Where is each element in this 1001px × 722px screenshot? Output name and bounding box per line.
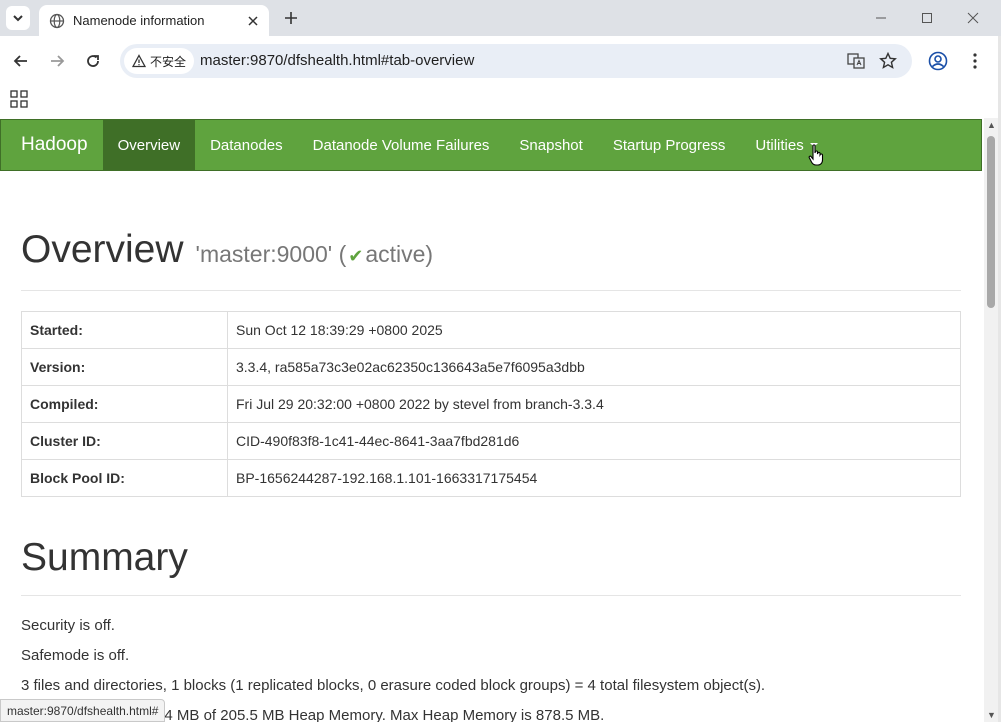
nav-overview[interactable]: Overview [102,120,196,170]
browser-tab[interactable]: Namenode information [39,5,269,36]
overview-heading: Overview 'master:9000' (✔active) [21,228,433,272]
bookmarks-bar [0,86,1001,116]
close-window-icon[interactable] [958,6,988,30]
url-text: master:9870/dfshealth.html#tab-overview [200,52,475,69]
nav-snapshot[interactable]: Snapshot [504,120,597,170]
scroll-thumb[interactable] [987,136,995,308]
tab-close-icon[interactable] [245,13,261,29]
nav-datanodes[interactable]: Datanodes [195,120,298,170]
row-value: 3.3.4, ra585a73c3e02ac62350c136643a5e7f6… [227,348,961,386]
checkmark-icon: ✔ [348,246,364,266]
minimize-icon[interactable] [866,6,896,30]
browser-toolbar: 不安全 master:9870/dfshealth.html#tab-overv… [0,36,1001,86]
summary-safemode: Safemode is off. [21,647,130,664]
namenode-host: 'master:9000' ( [195,241,347,267]
summary-filesystem-objects: 3 files and directories, 1 blocks (1 rep… [21,677,766,694]
tab-search-button[interactable] [6,6,30,30]
row-value: BP-1656244287-192.168.1.101-166331717545… [227,459,961,497]
overview-host: 'master:9000' (✔active) [196,241,434,268]
row-key: Block Pool ID: [21,459,228,497]
row-value: Sun Oct 12 18:39:29 +0800 2025 [227,311,961,349]
address-bar[interactable]: 不安全 master:9870/dfshealth.html#tab-overv… [120,44,912,78]
hadoop-navbar: Hadoop Overview Datanodes Datanode Volum… [0,119,982,171]
not-secure-chip[interactable]: 不安全 [124,48,195,74]
page-scrollbar[interactable]: ▲ ▼ [984,118,998,722]
warning-icon [132,54,146,68]
namenode-state: active) [365,241,434,267]
profile-icon[interactable] [926,49,950,73]
apps-grid-icon[interactable] [10,90,28,108]
nav-utilities-label: Utilities [755,136,804,154]
chevron-down-icon [13,15,23,22]
row-value: CID-490f83f8-1c41-44ec-8641-3aa7fbd281d6 [227,422,961,460]
row-key: Version: [21,348,228,386]
hand-pointer-icon [808,144,824,166]
row-key: Started: [21,311,228,349]
nav-datanode-volume-failures[interactable]: Datanode Volume Failures [298,120,505,170]
divider [21,290,961,291]
table-row: Block Pool ID: BP-1656244287-192.168.1.1… [21,459,961,497]
row-key: Cluster ID: [21,422,228,460]
bookmark-star-icon[interactable] [878,51,898,71]
back-arrow-icon[interactable] [8,48,34,74]
nav-startup-progress[interactable]: Startup Progress [598,120,741,170]
security-label: 不安全 [150,54,187,69]
tab-strip: Namenode information [0,0,1001,36]
navbar-brand[interactable]: Hadoop [1,120,103,170]
overview-title: Overview [21,228,184,271]
overview-table: Started: Sun Oct 12 18:39:29 +0800 2025 … [21,311,961,497]
row-key: Compiled: [21,385,228,423]
table-row: Started: Sun Oct 12 18:39:29 +0800 2025 [21,311,961,349]
summary-title: Summary [21,536,188,579]
summary-security: Security is off. [21,617,115,634]
row-value: Fri Jul 29 20:32:00 +0800 2022 by stevel… [227,385,961,423]
more-menu-icon[interactable] [963,49,987,73]
globe-icon [49,13,65,28]
forward-arrow-icon[interactable] [44,48,70,74]
tab-title: Namenode information [73,13,205,28]
divider [21,595,961,596]
translate-icon[interactable] [846,51,866,71]
table-row: Version: 3.3.4, ra585a73c3e02ac62350c136… [21,348,961,386]
scroll-down-arrow-icon[interactable]: ▼ [987,710,996,720]
reload-icon[interactable] [80,48,106,74]
page-viewport: Hadoop Overview Datanodes Datanode Volum… [0,118,984,722]
link-status-bubble: master:9870/dfshealth.html# [0,699,166,722]
maximize-icon[interactable] [912,6,942,30]
table-row: Compiled: Fri Jul 29 20:32:00 +0800 2022… [21,385,961,423]
new-tab-plus-icon[interactable] [280,7,302,29]
scroll-up-arrow-icon[interactable]: ▲ [987,120,996,130]
table-row: Cluster ID: CID-490f83f8-1c41-44ec-8641-… [21,422,961,460]
